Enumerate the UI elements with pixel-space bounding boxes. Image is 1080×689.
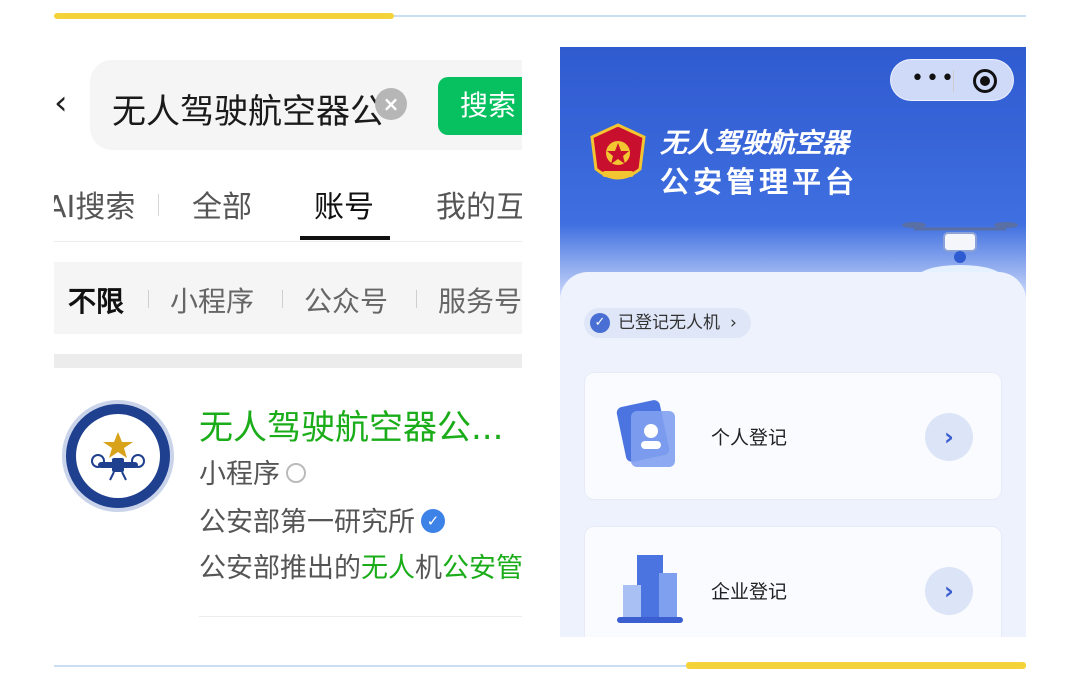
top-yellow-line [54, 13, 394, 19]
enterprise-registration-card[interactable]: 企业登记 › [584, 526, 1002, 637]
mini-program-capsule: ••• [890, 59, 1014, 101]
filter-official-account[interactable]: 公众号 [304, 280, 388, 320]
result-description: 公安部推出的无人机公安管 [199, 553, 522, 584]
back-chevron-icon[interactable]: ‹ [54, 86, 72, 120]
filter-divider [416, 290, 417, 308]
filter-divider [282, 290, 283, 308]
more-icon[interactable]: ••• [911, 66, 956, 91]
wechat-search-panel: ‹ 无人驾驶航空器公 × 搜索 AI搜索 全部 账号 我的互 不限 小程序 公众… [54, 40, 522, 640]
mini-program-panel: ••• 无人驾驶航空器 公安管理平台 ✓ 已登记无人机 › 个人登记 › 企业登… [560, 47, 1026, 637]
verified-icon: ✓ [421, 508, 445, 533]
filter-divider [148, 290, 149, 308]
section-gap [54, 354, 522, 368]
personal-registration-card[interactable]: 个人登记 › [584, 372, 1002, 500]
filter-mini-program[interactable]: 小程序 [170, 280, 254, 320]
search-result-item[interactable]: 无人驾驶航空器公... 小程序 公安部第一研究所 ✓ 公安部推出的无人机公安管 [54, 380, 522, 620]
tab-accounts[interactable]: 账号 [314, 182, 374, 226]
mini-program-icon [286, 462, 306, 483]
search-input[interactable]: 无人驾驶航空器公 [112, 84, 384, 133]
top-blue-line [394, 15, 1026, 17]
app-title-line2: 公安管理平台 [660, 165, 859, 199]
chevron-right-icon[interactable]: › [925, 567, 973, 615]
drone-logo-icon [91, 432, 145, 481]
active-tab-underline [300, 236, 390, 240]
tab-my-interactions[interactable]: 我的互 [436, 182, 522, 226]
filter-service-account[interactable]: 服务号 [438, 280, 522, 320]
chevron-right-icon: › [730, 313, 737, 333]
bottom-yellow-line [686, 662, 1026, 669]
result-org: 公安部第一研究所 ✓ [199, 500, 445, 539]
close-target-icon[interactable] [973, 69, 997, 93]
mini-program-logo [62, 400, 174, 512]
result-divider [199, 616, 522, 617]
enterprise-registration-label: 企业登记 [711, 581, 788, 603]
police-emblem-icon [590, 123, 646, 180]
chevron-right-icon[interactable]: › [925, 413, 973, 461]
bottom-blue-line [54, 665, 686, 667]
result-type: 小程序 [199, 452, 306, 491]
result-title[interactable]: 无人驾驶航空器公... [199, 400, 503, 449]
filter-bar: 不限 小程序 公众号 服务号 [54, 262, 522, 334]
registered-drones-link[interactable]: ✓ 已登记无人机 › [584, 308, 751, 338]
tab-all[interactable]: 全部 [192, 182, 252, 226]
filter-unlimited[interactable]: 不限 [68, 280, 124, 320]
search-button[interactable]: 搜索 [438, 77, 522, 135]
tab-ai-search[interactable]: AI搜索 [54, 182, 135, 226]
tab-divider [158, 194, 159, 216]
search-tabs: AI搜索 全部 账号 我的互 [54, 170, 522, 242]
clear-icon[interactable]: × [375, 88, 407, 120]
app-title-line1: 无人驾驶航空器 [660, 128, 849, 159]
app-content: ✓ 已登记无人机 › 个人登记 › 企业登记 › [560, 272, 1026, 637]
personal-registration-label: 个人登记 [711, 427, 788, 449]
building-icon [617, 555, 683, 623]
personal-id-icon [616, 400, 675, 467]
check-icon: ✓ [590, 313, 610, 333]
